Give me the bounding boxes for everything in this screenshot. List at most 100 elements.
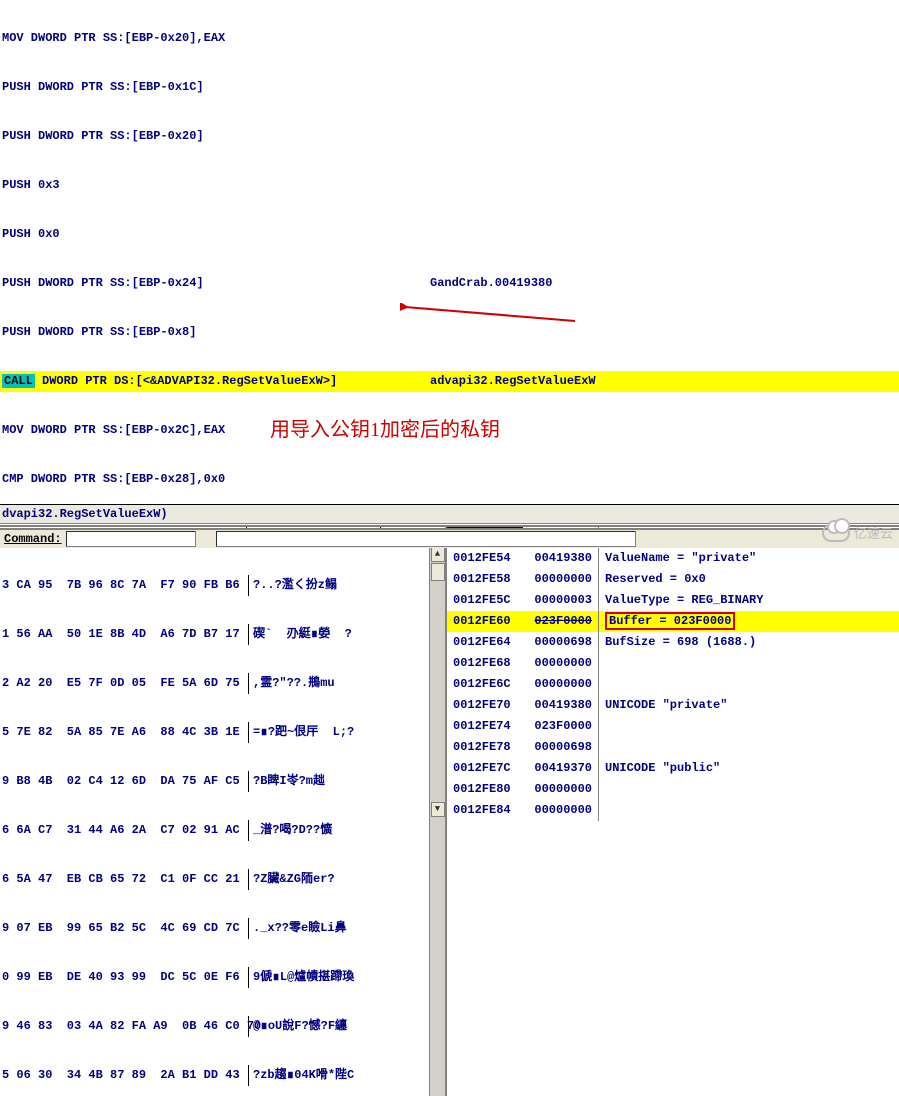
stack-addr: 0012FE68 (447, 653, 523, 674)
disasm-row[interactable]: MOV DWORD PTR SS:[EBP-0x20],EAX (0, 28, 899, 49)
comment (430, 126, 899, 147)
command-output (216, 531, 636, 547)
hex-ascii: 碶` 刅綎∎嫈 ? (248, 624, 382, 645)
hex-scrollbar[interactable]: ▲ ▼ (429, 547, 445, 1096)
stack-row[interactable]: 0012FE6400000698BufSize = 698 (1688.) (447, 632, 899, 653)
command-bar: Command: (0, 528, 899, 548)
hex-bytes: 2 A2 20 E5 7F 0D 05 FE 5A 6D 75 (0, 673, 248, 694)
instruction: PUSH 0x3 (0, 175, 430, 196)
stack-comment (599, 779, 899, 800)
disasm-row[interactable]: PUSH 0x0 (0, 224, 899, 245)
stack-addr: 0012FE58 (447, 569, 523, 590)
stack-pane[interactable]: 0012FE5000000100hKey = 0x100 0012FE54004… (447, 527, 899, 1096)
disasm-row[interactable]: MOV DWORD PTR SS:[EBP-0x2C],EAX用导入公钥1加密后… (0, 420, 899, 441)
stack-row[interactable]: 0012FE5800000000Reserved = 0x0 (447, 569, 899, 590)
stack-row[interactable]: 0012FE6800000000 (447, 653, 899, 674)
hex-row[interactable]: 1 56 AA 50 1E 8B 4D A6 7D B7 17碶` 刅綎∎嫈 ? (0, 624, 429, 645)
comment (430, 77, 899, 98)
disasm-row[interactable]: PUSH DWORD PTR SS:[EBP-0x1C] (0, 77, 899, 98)
stack-comment: ValueName = "private" (599, 548, 899, 569)
stack-value: 00000698 (523, 632, 599, 653)
stack-addr: 0012FE80 (447, 779, 523, 800)
comment (430, 224, 899, 245)
hex-row[interactable]: 2 A2 20 E5 7F 0D 05 FE 5A 6D 75,霊?"??.鵧m… (0, 673, 429, 694)
stack-addr: 0012FE5C (447, 590, 523, 611)
hex-ascii: ,霊?"??.鵧mu (248, 673, 382, 694)
hex-row[interactable]: 9 B8 4B 02 C4 12 6D DA 75 AF C5?B睥I岺?m趉 (0, 771, 429, 792)
stack-row[interactable]: 0012FE5400419380ValueName = "private" (447, 548, 899, 569)
hex-bytes: 9 B8 4B 02 C4 12 6D DA 75 AF C5 (0, 771, 248, 792)
hex-bytes: 0 99 EB DE 40 93 99 DC 5C 0E F6 (0, 967, 248, 988)
stack-comment: ValueType = REG_BINARY (599, 590, 899, 611)
stack-comment (599, 800, 899, 821)
command-input[interactable] (66, 531, 196, 547)
disasm-row[interactable]: CMP DWORD PTR SS:[EBP-0x28],0x0 (0, 469, 899, 490)
disasm-row[interactable]: PUSH 0x3 (0, 175, 899, 196)
hex-ascii: ?zb趨∎04K嗗*陛C (248, 1065, 382, 1086)
stack-row[interactable]: 0012FE7C00419370UNICODE "public" (447, 758, 899, 779)
stack-comment: UNICODE "public" (599, 758, 899, 779)
stack-value: 00000000 (523, 569, 599, 590)
hex-ascii: ._x??零e瞼Li鼻 (248, 918, 382, 939)
stack-value: 023F0000 (523, 611, 599, 632)
stack-addr: 0012FE54 (447, 548, 523, 569)
stack-value: 00000000 (523, 674, 599, 695)
stack-value: 00000003 (523, 590, 599, 611)
scroll-down-icon[interactable]: ▼ (431, 802, 445, 817)
hex-row[interactable]: 3 CA 95 7B 96 8C 7A F7 90 FB B6?..?濫く扮z鳎 (0, 575, 429, 596)
stack-value: 00000000 (523, 779, 599, 800)
stack-row[interactable]: 0012FE5C00000003ValueType = REG_BINARY (447, 590, 899, 611)
hex-ascii: ?B睥I岺?m趉 (248, 771, 382, 792)
stack-row[interactable]: 0012FE7000419380UNICODE "private" (447, 695, 899, 716)
hex-bytes: 6 6A C7 31 44 A6 2A C7 02 91 AC (0, 820, 248, 841)
watermark-text: 亿速云 (854, 523, 893, 542)
stack-comment (599, 716, 899, 737)
disasm-row[interactable]: PUSH DWORD PTR SS:[EBP-0x8] (0, 322, 899, 343)
hex-row[interactable]: 9 46 83 03 4A 82 FA A9 0B 46 C0 70@∎oU說F… (0, 1016, 429, 1037)
stack-value: 023F0000 (523, 716, 599, 737)
stack-comment: Reserved = 0x0 (599, 569, 899, 590)
hex-bytes: 1 56 AA 50 1E 8B 4D A6 7D B7 17 (0, 624, 248, 645)
disassembly-pane[interactable]: MOV DWORD PTR SS:[EBP-0x20],EAX PUSH DWO… (0, 0, 899, 504)
stack-value: 00000698 (523, 737, 599, 758)
hex-row[interactable]: 6 6A C7 31 44 A6 2A C7 02 91 AC_潽?喝?D??懭 (0, 820, 429, 841)
stack-row-highlight[interactable]: 0012FE60023F0000Buffer = 023F0000 (447, 611, 899, 632)
stack-comment: UNICODE "private" (599, 695, 899, 716)
hex-row[interactable]: 5 06 30 34 4B 87 89 2A B1 DD 43?zb趨∎04K嗗… (0, 1065, 429, 1086)
hex-bytes: 3 CA 95 7B 96 8C 7A F7 90 FB B6 (0, 575, 248, 596)
hex-row[interactable]: 6 5A 47 EB CB 65 72 C1 0F CC 21?Z臟&ZG陑er… (0, 869, 429, 890)
stack-row[interactable]: 0012FE8400000000 (447, 800, 899, 821)
stack-addr: 0012FE78 (447, 737, 523, 758)
hex-bytes: 6 5A 47 EB CB 65 72 C1 0F CC 21 (0, 869, 248, 890)
cloud-icon (822, 524, 850, 542)
stack-row[interactable]: 0012FE8000000000 (447, 779, 899, 800)
hex-bytes: 5 06 30 34 4B 87 89 2A B1 DD 43 (0, 1065, 248, 1086)
scroll-thumb[interactable] (431, 563, 445, 581)
stack-row[interactable]: 0012FE6C00000000 (447, 674, 899, 695)
hex-bytes: 9 07 EB 99 65 B2 5C 4C 69 CD 7C (0, 918, 248, 939)
command-label: Command: (0, 532, 66, 546)
stack-comment (599, 737, 899, 758)
disasm-row[interactable]: PUSH DWORD PTR SS:[EBP-0x24]GandCrab.004… (0, 273, 899, 294)
stack-row[interactable]: 0012FE74023F0000 (447, 716, 899, 737)
comment (430, 469, 899, 490)
scroll-up-icon[interactable]: ▲ (431, 547, 445, 562)
stack-value: 00000000 (523, 800, 599, 821)
comment (430, 28, 899, 49)
stack-row[interactable]: 0012FE7800000698 (447, 737, 899, 758)
stack-comment: Buffer = 023F0000 (599, 611, 899, 632)
hex-ascii: =∎?跁~佷厈 L;? (248, 722, 382, 743)
disasm-row[interactable]: PUSH DWORD PTR SS:[EBP-0x20] (0, 126, 899, 147)
stack-addr: 0012FE64 (447, 632, 523, 653)
hex-row[interactable]: 9 07 EB 99 65 B2 5C 4C 69 CD 7C._x??零e瞼L… (0, 918, 429, 939)
comment (430, 175, 899, 196)
instruction: MOV DWORD PTR SS:[EBP-0x2C],EAX (0, 420, 270, 441)
hex-dump-pane[interactable]: ASCII 3 CA 95 7B 96 8C 7A F7 90 FB B6?..… (0, 527, 447, 1096)
hex-ascii: _潽?喝?D??懭 (248, 820, 382, 841)
hex-row[interactable]: 0 99 EB DE 40 93 99 DC 5C 0E F69傂∎L@爐幘揕蹛… (0, 967, 429, 988)
stack-addr: 0012FE6C (447, 674, 523, 695)
buffer-highlight-box: Buffer = 023F0000 (605, 612, 735, 630)
hex-row[interactable]: 5 7E 82 5A 85 7E A6 88 4C 3B 1E=∎?跁~佷厈 L… (0, 722, 429, 743)
hex-body[interactable]: 3 CA 95 7B 96 8C 7A F7 90 FB B6?..?濫く扮z鳎… (0, 547, 429, 1096)
disasm-row-highlight[interactable]: CALL DWORD PTR DS:[<&ADVAPI32.RegSetValu… (0, 371, 899, 392)
